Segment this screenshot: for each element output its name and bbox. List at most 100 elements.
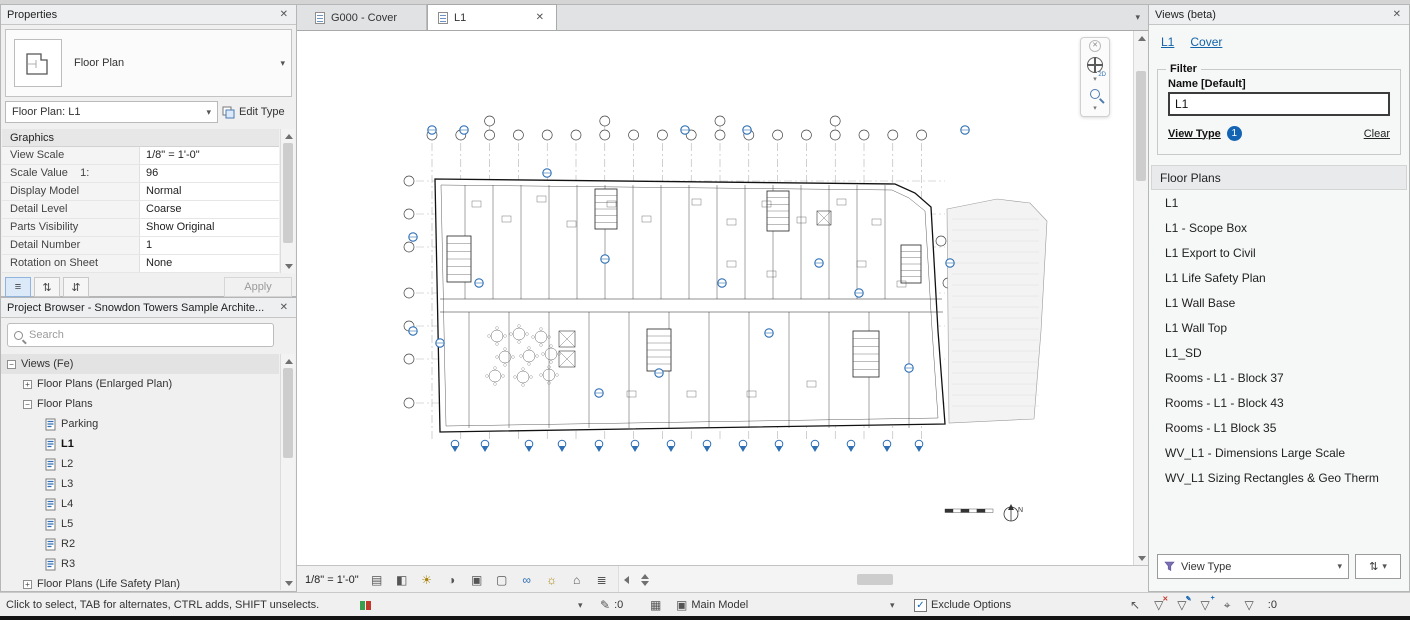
tree-node-floor-plans-life-safety[interactable]: + Floor Plans (Life Safety Plan): [1, 574, 279, 594]
tab-g000-cover[interactable]: G000 - Cover: [305, 5, 427, 30]
scroll-left-icon[interactable]: [619, 566, 634, 593]
scroll-down-icon[interactable]: [281, 576, 296, 590]
link-l1[interactable]: L1: [1161, 35, 1174, 49]
property-value[interactable]: Normal: [140, 183, 279, 200]
temporary-hide-isolate-icon[interactable]: ∞: [518, 571, 536, 589]
scrollbar-thumb[interactable]: [283, 143, 293, 243]
instance-combo[interactable]: Floor Plan: L1 ▾: [5, 101, 218, 123]
collapse-icon[interactable]: −: [7, 360, 16, 369]
crop-region-visibility-icon[interactable]: ▢: [493, 571, 511, 589]
canvas-vertical-scrollbar[interactable]: [1133, 31, 1148, 565]
collapse-icon[interactable]: −: [23, 400, 32, 409]
group-by-combo[interactable]: View Type ▾: [1157, 554, 1349, 579]
reveal-hidden-elements-icon[interactable]: ☼: [543, 571, 561, 589]
selection-filter-icon[interactable]: ▽: [1245, 598, 1254, 612]
sun-path-icon[interactable]: ☀: [418, 571, 436, 589]
property-value[interactable]: 1/8" = 1'-0": [140, 147, 279, 164]
browser-search-box[interactable]: [7, 323, 274, 347]
detail-level-icon[interactable]: ▤: [368, 571, 386, 589]
property-value[interactable]: Show Original: [140, 219, 279, 236]
properties-titlebar[interactable]: Properties ✕: [1, 5, 296, 25]
tab-l1[interactable]: L1 ✕: [427, 4, 557, 30]
scroll-up-icon[interactable]: [281, 129, 296, 143]
view-list-item[interactable]: Rooms - L1 Block 35: [1151, 415, 1407, 440]
shadows-icon[interactable]: ◑: [443, 571, 461, 589]
property-value[interactable]: Coarse: [140, 201, 279, 218]
scroll-down-icon[interactable]: [281, 259, 296, 273]
filter-edit-icon[interactable]: ▽✎: [1177, 598, 1186, 612]
filter-remove-icon[interactable]: ▽✕: [1154, 598, 1163, 612]
filter-name-input[interactable]: [1168, 92, 1390, 116]
close-icon[interactable]: ✕: [278, 302, 290, 313]
view-list-item[interactable]: L1 Export to Civil: [1151, 240, 1407, 265]
tree-item-l2[interactable]: L2: [1, 454, 279, 474]
browser-scrollbar[interactable]: [280, 354, 295, 590]
view-list-item[interactable]: WV_L1 - Dimensions Large Scale: [1151, 440, 1407, 465]
scrollbar-thumb[interactable]: [857, 574, 893, 585]
design-options-icon[interactable]: ▣: [676, 598, 687, 612]
close-icon[interactable]: ✕: [278, 9, 290, 20]
properties-scrollbar[interactable]: [280, 129, 295, 273]
crop-view-icon[interactable]: ▣: [468, 571, 486, 589]
editable-worksets-icon[interactable]: ✎: [600, 598, 610, 612]
exclude-options-checkbox[interactable]: ✓: [914, 599, 927, 612]
tree-item-r3[interactable]: R3: [1, 554, 279, 574]
scrollbar-thumb[interactable]: [283, 368, 293, 458]
tree-item-l3[interactable]: L3: [1, 474, 279, 494]
tree-item-parking[interactable]: Parking: [1, 414, 279, 434]
visual-style-icon[interactable]: ◧: [393, 571, 411, 589]
property-value[interactable]: 96: [140, 165, 279, 182]
filter-add-icon[interactable]: ▽+: [1201, 598, 1210, 612]
worksets-dialog-icon[interactable]: ▦: [650, 598, 661, 612]
close-icon[interactable]: ✕: [1089, 40, 1101, 52]
temporary-view-properties-icon[interactable]: ⌂: [568, 571, 586, 589]
chevron-down-icon[interactable]: ▾: [578, 600, 583, 611]
scrollbar-corner[interactable]: [634, 574, 656, 586]
scroll-up-icon[interactable]: [281, 354, 296, 368]
tree-node-floor-plans-enlarged[interactable]: + Floor Plans (Enlarged Plan): [1, 374, 279, 394]
snap-icon[interactable]: ⌖: [1224, 598, 1231, 613]
tree-item-l1[interactable]: L1: [1, 434, 279, 454]
active-design-option[interactable]: Main Model: [691, 599, 748, 611]
chevron-down-icon[interactable]: ▾: [280, 58, 285, 69]
link-cover[interactable]: Cover: [1190, 35, 1222, 49]
model-issues-icon[interactable]: [360, 601, 371, 610]
sort-ascending-button[interactable]: ⇅: [34, 277, 60, 297]
project-browser-titlebar[interactable]: Project Browser - Snowdon Towers Sample …: [1, 298, 296, 318]
view-list-item[interactable]: L1_SD: [1151, 340, 1407, 365]
view-list-item[interactable]: Rooms - L1 - Block 43: [1151, 390, 1407, 415]
chevron-down-icon[interactable]: ▾: [1093, 105, 1097, 112]
zoom-icon[interactable]: [1084, 83, 1106, 105]
steering-wheel-2d-icon[interactable]: 2D: [1084, 54, 1106, 76]
properties-filter-button[interactable]: ≡: [5, 277, 31, 297]
view-list-group-floor-plans[interactable]: Floor Plans: [1151, 165, 1407, 190]
search-input[interactable]: [29, 329, 267, 341]
scroll-up-icon[interactable]: [1134, 31, 1149, 45]
sort-button[interactable]: ⇅ ▾: [1355, 554, 1401, 579]
chevron-down-icon[interactable]: ▾: [1093, 76, 1097, 83]
view-list-item[interactable]: L1 - Scope Box: [1151, 215, 1407, 240]
property-value[interactable]: None: [140, 255, 279, 272]
close-icon[interactable]: ✕: [1391, 9, 1403, 20]
tree-item-l5[interactable]: L5: [1, 514, 279, 534]
view-list-item[interactable]: Rooms - L1 - Block 37: [1151, 365, 1407, 390]
tree-item-l4[interactable]: L4: [1, 494, 279, 514]
sort-descending-button[interactable]: ⇵: [63, 277, 89, 297]
clear-filter-link[interactable]: Clear: [1364, 128, 1390, 140]
view-list-item[interactable]: L1 Life Safety Plan: [1151, 265, 1407, 290]
edit-type-button[interactable]: Edit Type: [222, 101, 292, 123]
close-tab-icon[interactable]: ✕: [534, 12, 546, 23]
type-selector[interactable]: Floor Plan ▾: [5, 29, 292, 97]
view-list-item[interactable]: L1: [1151, 190, 1407, 215]
select-pointer-icon[interactable]: ↖: [1130, 598, 1140, 612]
tree-item-r2[interactable]: R2: [1, 534, 279, 554]
expand-icon[interactable]: +: [23, 380, 32, 389]
tab-list-chevron-icon[interactable]: ▾: [1135, 12, 1140, 30]
apply-button[interactable]: Apply: [224, 277, 292, 297]
graphics-section-header[interactable]: Graphics: [2, 129, 279, 147]
views-titlebar[interactable]: Views (beta) ✕: [1149, 5, 1409, 25]
worksharing-display-icon[interactable]: ≣: [593, 571, 611, 589]
tree-node-views[interactable]: − Views (Fe): [1, 354, 279, 374]
property-value[interactable]: 1: [140, 237, 279, 254]
tree-node-floor-plans[interactable]: − Floor Plans: [1, 394, 279, 414]
